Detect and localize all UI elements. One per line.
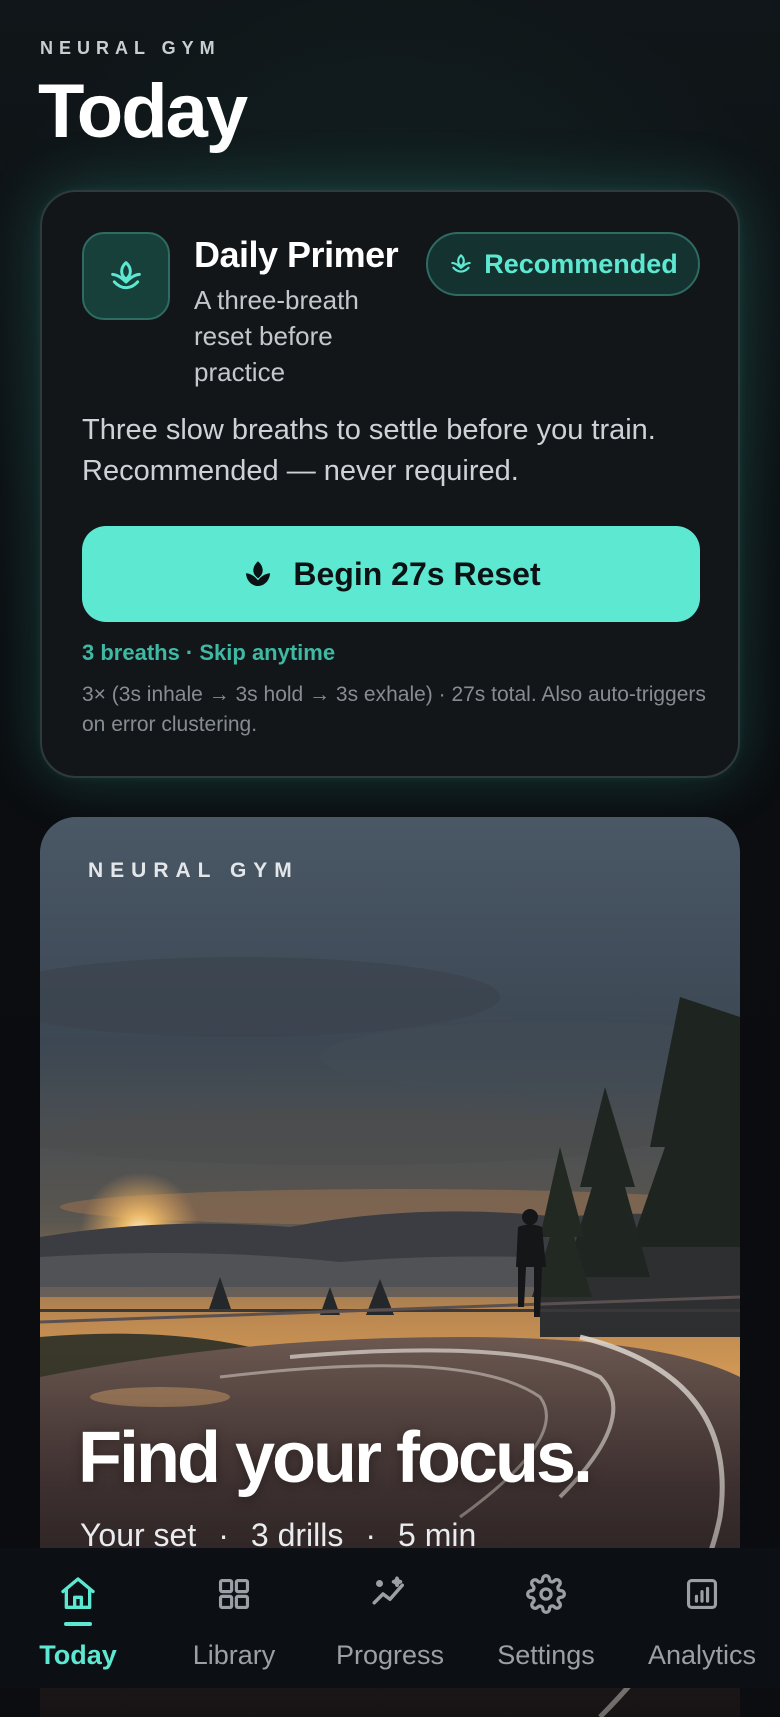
primer-footnote: 3× (3s inhale → 3s hold → 3s exhale) · 2… — [82, 683, 706, 736]
begin-reset-label: Begin 27s Reset — [293, 555, 541, 592]
primer-icon-tile — [82, 232, 170, 320]
nav-label-analytics: Analytics — [647, 1640, 757, 1670]
bottom-navigation: Today Library Progress Settings Analytic… — [0, 1548, 780, 1688]
begin-reset-button[interactable]: Begin 27s Reset — [82, 526, 700, 622]
primer-title: Daily Primer — [194, 234, 399, 275]
leaf-icon — [246, 561, 271, 587]
app-eyebrow: NEURAL GYM — [40, 38, 221, 58]
bar-chart-icon — [680, 1572, 724, 1616]
hero-eyebrow: NEURAL GYM — [88, 859, 299, 882]
home-icon — [56, 1572, 100, 1616]
primer-meta: 3 breaths · Skip anytime — [82, 640, 336, 665]
nav-item-library[interactable]: Library — [156, 1548, 312, 1688]
primer-subtitle: A three-breath reset before practice — [194, 285, 359, 387]
lotus-icon — [451, 254, 471, 273]
lotus-icon — [111, 261, 141, 290]
daily-primer-card: Daily Primer A three-breath reset before… — [40, 190, 740, 778]
active-tab-indicator — [64, 1622, 92, 1626]
recommended-badge: Recommended — [426, 232, 700, 296]
page-title: Today — [38, 69, 248, 154]
nav-label-today: Today — [39, 1640, 117, 1670]
primer-description: Three slow breaths to settle before you … — [82, 414, 656, 487]
nav-item-progress[interactable]: Progress — [312, 1548, 468, 1688]
badge-label: Recommended — [484, 248, 678, 279]
sparkline-icon — [368, 1572, 412, 1616]
nav-item-today[interactable]: Today — [0, 1548, 156, 1688]
hero-title: Find your focus. — [78, 1418, 593, 1498]
grid-icon — [212, 1572, 256, 1616]
gear-icon — [524, 1572, 568, 1616]
nav-item-analytics[interactable]: Analytics — [624, 1548, 780, 1688]
nav-label-progress: Progress — [335, 1640, 445, 1670]
nav-label-library: Library — [192, 1640, 276, 1670]
nav-item-settings[interactable]: Settings — [468, 1548, 624, 1688]
nav-label-settings: Settings — [497, 1640, 595, 1670]
